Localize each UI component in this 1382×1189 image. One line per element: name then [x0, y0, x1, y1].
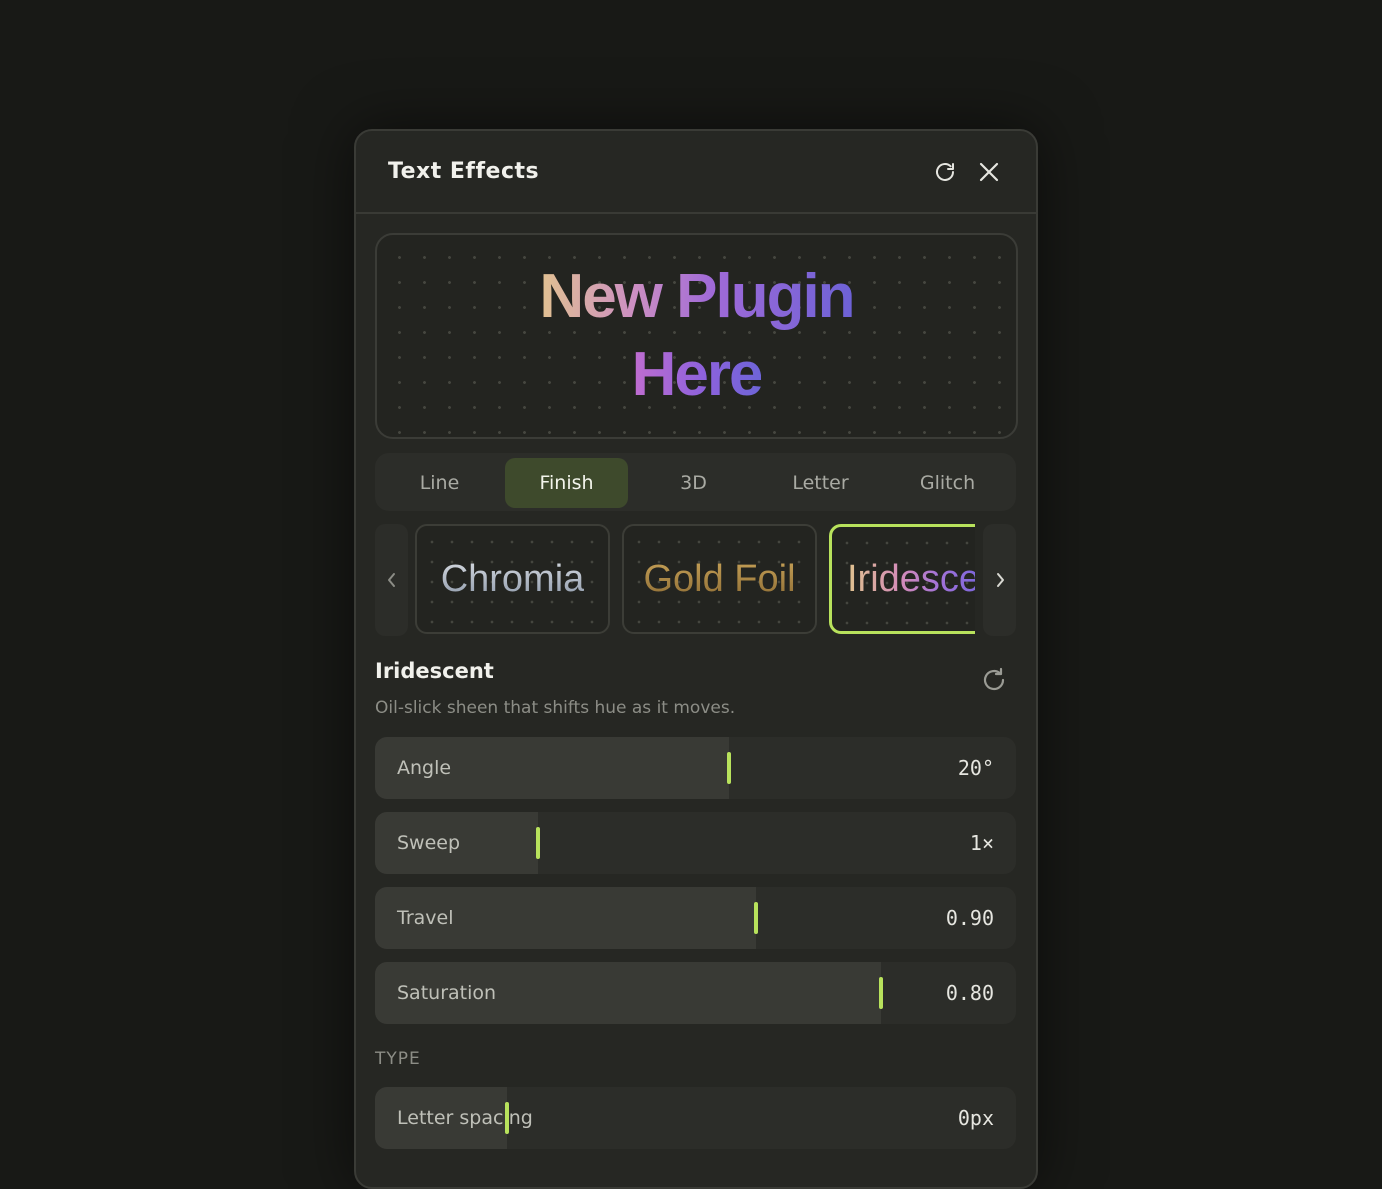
slider-angle[interactable]: Angle 20°	[375, 737, 1016, 799]
slider-saturation[interactable]: Saturation 0.80	[375, 962, 1016, 1024]
preview-text-line-1: New Plugin	[539, 258, 855, 336]
slider-value: 0.80	[945, 981, 994, 1005]
carousel-prev-button[interactable]	[375, 524, 408, 636]
preset-track: Chromia Gold Foil Iridesce	[415, 524, 975, 636]
panel-header: Text Effects	[356, 131, 1036, 214]
slider-value: 0px	[957, 1106, 994, 1130]
slider-label: Angle	[397, 757, 452, 779]
tab-3d[interactable]: 3D	[632, 458, 755, 508]
panel-title: Text Effects	[388, 159, 540, 184]
chevron-left-icon	[387, 573, 395, 587]
effect-description: Oil-slick sheen that shifts hue as it mo…	[375, 698, 736, 718]
preset-card-gold-foil[interactable]: Gold Foil	[622, 524, 817, 634]
slider-handle[interactable]	[505, 1102, 509, 1134]
preview-canvas: New Plugin Here	[375, 233, 1018, 439]
slider-handle[interactable]	[727, 752, 731, 784]
slider-letter-spacing[interactable]: Letter spacing 0px	[375, 1087, 1016, 1149]
slider-handle[interactable]	[754, 902, 758, 934]
close-button[interactable]	[975, 158, 1003, 186]
carousel-next-button[interactable]	[983, 524, 1016, 636]
slider-value: 20°	[957, 756, 994, 780]
slider-label: Letter spacing	[397, 1107, 533, 1129]
preset-label: Gold Foil	[643, 557, 796, 600]
preset-card-chromia[interactable]: Chromia	[415, 524, 610, 634]
tab-glitch[interactable]: Glitch	[886, 458, 1009, 508]
preset-card-iridescent[interactable]: Iridesce	[829, 524, 975, 634]
slider-label: Travel	[397, 907, 454, 929]
slider-handle[interactable]	[879, 977, 883, 1009]
preset-label: Chromia	[440, 557, 585, 600]
slider-handle[interactable]	[536, 827, 540, 859]
slider-label: Saturation	[397, 982, 497, 1004]
slider-value: 1×	[969, 831, 994, 855]
slider-label: Sweep	[397, 832, 461, 854]
tab-finish[interactable]: Finish	[505, 458, 628, 508]
type-section-label: TYPE	[375, 1049, 421, 1069]
preset-carousel: Chromia Gold Foil Iridesce	[375, 524, 1016, 636]
slider-value: 0.90	[945, 906, 994, 930]
preview-text-line-2: Here	[632, 336, 764, 414]
close-icon	[979, 162, 999, 182]
slider-travel[interactable]: Travel 0.90	[375, 887, 1016, 949]
chevron-right-icon	[996, 573, 1004, 587]
text-effects-panel: Text Effects New Plugin Here Line Finish…	[354, 129, 1038, 1189]
effect-tabs: Line Finish 3D Letter Glitch	[375, 453, 1016, 511]
preset-label: Iridesce	[847, 558, 975, 601]
slider-sweep[interactable]: Sweep 1×	[375, 812, 1016, 874]
refresh-button[interactable]	[931, 158, 959, 186]
reset-icon	[983, 667, 1005, 691]
tab-letter[interactable]: Letter	[759, 458, 882, 508]
reset-effect-button[interactable]	[978, 664, 1010, 696]
refresh-icon	[936, 163, 954, 181]
effect-title: Iridescent	[375, 659, 494, 683]
tab-line[interactable]: Line	[378, 458, 501, 508]
